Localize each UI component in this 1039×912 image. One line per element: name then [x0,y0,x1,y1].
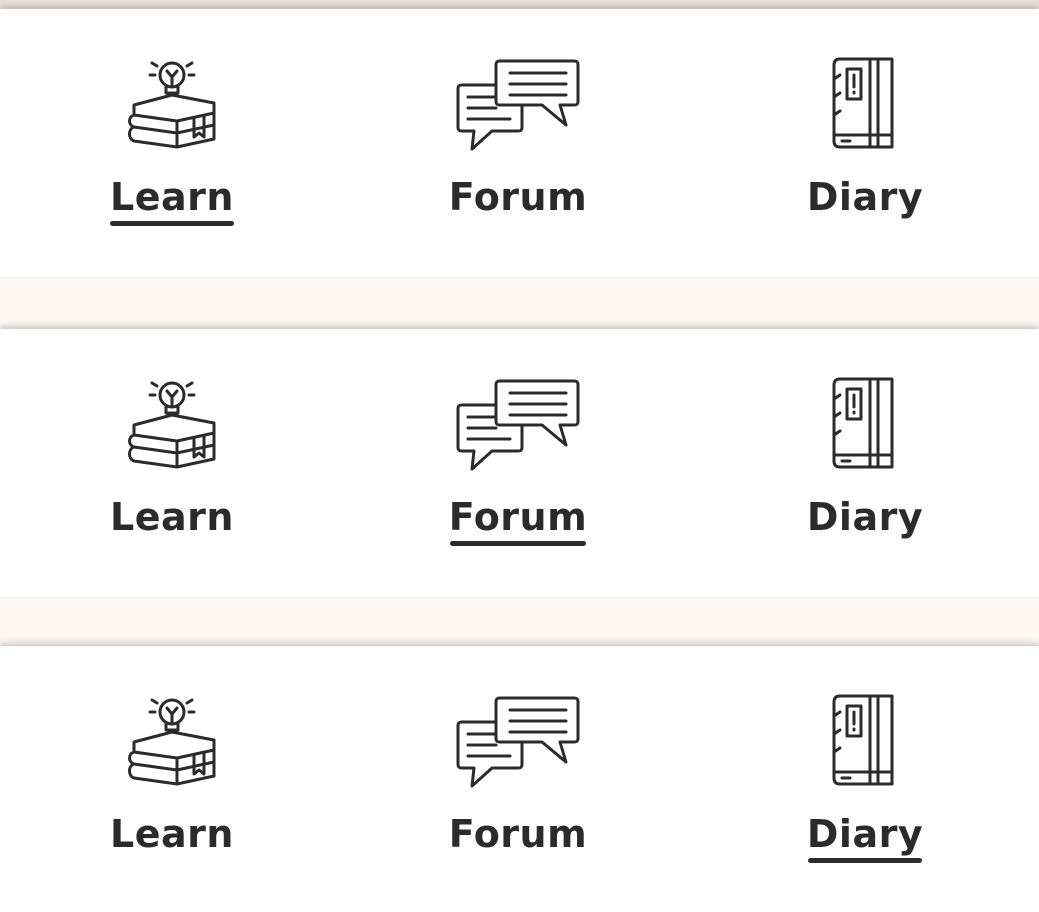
tab-forum-label: Forum [448,175,588,219]
tab-learn[interactable]: Learn [72,329,272,597]
active-tab-indicator [808,858,922,863]
notebook-icon [810,690,920,790]
tab-bar-learn-active: Learn Forum Diary [0,9,1039,277]
tab-bar-states-showcase: Learn Forum Diary Learn Forum Diary Lear… [0,0,1039,912]
tab-diary-label: Diary [806,812,924,856]
tab-forum-label: Forum [448,495,588,539]
chat-bubbles-icon [456,690,580,790]
tab-diary[interactable]: Diary [765,329,965,597]
tab-learn-label: Learn [110,812,234,856]
tab-learn[interactable]: Learn [72,9,272,277]
tab-forum[interactable]: Forum [418,9,618,277]
tab-learn[interactable]: Learn [72,646,272,912]
tab-diary[interactable]: Diary [765,646,965,912]
notebook-icon [810,373,920,473]
tab-forum-label: Forum [448,812,588,856]
tab-diary[interactable]: Diary [765,9,965,277]
active-tab-indicator [110,221,234,226]
chat-bubbles-icon [456,373,580,473]
top-divider [0,0,1039,9]
tab-learn-label: Learn [110,495,234,539]
tab-diary-label: Diary [806,175,924,219]
book-stack-lightbulb-icon [117,53,227,153]
book-stack-lightbulb-icon [117,373,227,473]
tab-diary-label: Diary [806,495,924,539]
notebook-icon [810,53,920,153]
tab-bar-forum-active: Learn Forum Diary [0,329,1039,597]
tab-learn-label: Learn [110,175,234,219]
book-stack-lightbulb-icon [117,690,227,790]
tab-bar-diary-active: Learn Forum Diary [0,646,1039,912]
active-tab-indicator [450,541,586,546]
tab-forum[interactable]: Forum [418,646,618,912]
tab-forum[interactable]: Forum [418,329,618,597]
chat-bubbles-icon [456,53,580,153]
